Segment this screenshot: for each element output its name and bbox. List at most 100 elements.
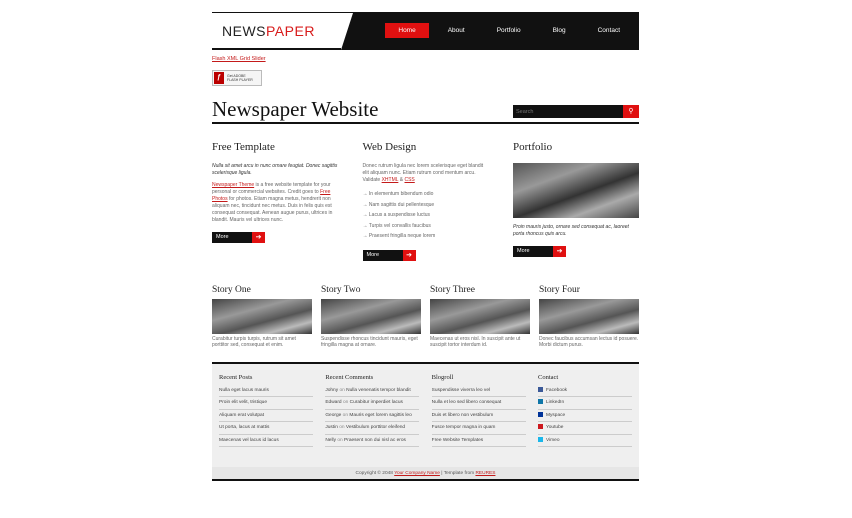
story-image[interactable] — [430, 298, 530, 334]
story-text: Suspendisse rhoncus tincidunt mauris, eg… — [321, 335, 418, 349]
story-image[interactable] — [321, 298, 421, 334]
stories-row: Story One Curabitur turpis turpis, rutru… — [212, 285, 639, 349]
story-three: Story Three Maecenas ut eros nisl. In su… — [430, 285, 530, 349]
nav-portfolio[interactable]: Portfolio — [484, 23, 534, 38]
copyright-middle: | Template from — [439, 470, 476, 476]
contact-youtube[interactable]: Youtube — [537, 422, 632, 435]
comment-item[interactable]: Nelly on Praesent non dui nisl ac eros — [325, 435, 420, 447]
comment-on: on — [342, 400, 349, 405]
facebook-icon — [537, 386, 543, 392]
nav-about[interactable]: About — [435, 23, 478, 38]
portfolio-more-button[interactable]: More ➔ — [513, 246, 566, 257]
comment-item[interactable]: Edward on Curabitur imperdiet lacus — [325, 397, 420, 410]
recent-post-link[interactable]: Maecenas vel lacus id lacus — [219, 435, 313, 447]
contact-heading: Contact — [537, 373, 559, 381]
vimeo-icon — [537, 436, 543, 442]
recent-comments-heading: Recent Comments — [325, 373, 374, 381]
contact: Contact Facebook LinkedIn Myspace Youtub… — [537, 373, 632, 461]
search-button[interactable]: ⚲ — [623, 105, 639, 118]
comment-item[interactable]: George on Mauris eget lorem sagittis leo — [325, 410, 420, 422]
story-title[interactable]: Story Three — [430, 285, 530, 295]
blogroll-link[interactable]: Free Website Templates — [431, 435, 526, 447]
page-title: Newspaper Website — [212, 97, 379, 121]
get-flash-player-badge[interactable]: ƒ Get ADOBE FLASH PLAYER — [212, 70, 262, 86]
comment-item[interactable]: Johny on Nulla venenatis tempor blandit — [325, 385, 420, 397]
story-title[interactable]: Story One — [212, 285, 312, 295]
site-logo[interactable]: NEWS PAPER — [212, 13, 354, 50]
comment-post: Praesent non dui nisl ac eros — [344, 437, 406, 443]
list-item[interactable]: Praesent fringilla neque lorem — [363, 231, 489, 242]
recent-post-link[interactable]: Proin elit velit, tristique — [219, 397, 313, 410]
more-label: More — [513, 246, 553, 257]
blogroll-link[interactable]: Fusce tempor magna in quam — [431, 422, 526, 435]
comment-author: Nelly — [325, 437, 336, 443]
list-item[interactable]: Turpis vel convallis faucibus — [363, 221, 489, 232]
story-one: Story One Curabitur turpis turpis, rutru… — [212, 285, 312, 349]
comment-on: on — [342, 412, 349, 418]
search-icon: ⚲ — [628, 108, 634, 115]
arrow-right-icon: ➔ — [252, 232, 265, 243]
arrow-right-icon: ➔ — [402, 249, 416, 261]
blogroll-heading: Blogroll — [431, 373, 454, 381]
web-design-text-body: Donec rutrum ligula nec lorem scelerisqu… — [362, 163, 484, 183]
list-item[interactable]: Lacus a suspendisse luctus — [363, 210, 489, 221]
nav-blog[interactable]: Blog — [540, 23, 579, 38]
web-design-more-button[interactable]: More ➔ — [362, 249, 416, 261]
comment-post: Vestibulum porttitor eleifend — [345, 425, 406, 430]
newspaper-theme-link[interactable]: Newspaper Theme — [212, 182, 254, 188]
web-design-text: Donec rutrum ligula nec lorem scelerisqu… — [363, 163, 489, 184]
contact-facebook[interactable]: Facebook — [537, 385, 632, 397]
contact-label: Facebook — [545, 387, 568, 393]
search-input[interactable] — [513, 105, 623, 118]
story-two: Story Two Suspendisse rhoncus tincidunt … — [321, 285, 421, 349]
footer: Recent Posts Nulla eget lacus mauris Pro… — [212, 361, 639, 467]
recent-post-link[interactable]: Ut porta, lacus at mattis — [219, 422, 313, 435]
free-template-more-button[interactable]: More ➔ — [212, 232, 265, 243]
portfolio-image[interactable] — [513, 163, 639, 218]
flash-grid-slider-link[interactable]: Flash XML Grid Slider — [212, 56, 639, 62]
story-four: Story Four Donec faucibus accumsan lectu… — [539, 285, 639, 349]
site-header: NEWS PAPER Home About Portfolio Blog Cont… — [212, 12, 639, 50]
contact-label: LinkedIn — [545, 400, 565, 405]
flash-badge-text: Get ADOBE FLASH PLAYER — [224, 74, 253, 82]
contact-myspace[interactable]: Myspace — [537, 410, 632, 422]
comment-post: Mauris eget lorem sagittis leo — [349, 412, 412, 418]
free-template-intro: Nulla sit amet arcu in nunc ornare feugi… — [212, 163, 338, 176]
recent-post-link[interactable]: Nulla eget lacus mauris — [219, 385, 313, 397]
list-item[interactable]: Nam sagittis dui pellentesque — [363, 200, 489, 211]
comment-author: Edward — [325, 400, 342, 405]
free-template-column: Free Template Nulla sit amet arcu in nun… — [212, 141, 338, 261]
title-row: Newspaper Website ⚲ — [212, 98, 639, 124]
nav-home[interactable]: Home — [385, 23, 429, 38]
css-link[interactable]: CSS — [404, 177, 414, 183]
story-text: Maecenas ut eros nisl. In suscipit ante … — [430, 335, 521, 349]
template-source-link[interactable]: REURES — [475, 471, 495, 476]
list-item[interactable]: In elementum bibendum odio — [363, 189, 489, 200]
blogroll-link[interactable]: Nulla et leo sed libero consequat — [431, 397, 526, 410]
portfolio-column: Portfolio Proin mauris justo, ornare sed… — [513, 141, 639, 261]
featured-columns: Free Template Nulla sit amet arcu in nun… — [212, 141, 639, 261]
blogroll-link[interactable]: Suspendisse viverra leo vel — [431, 385, 526, 397]
free-template-text: Newspaper Theme is a free website templa… — [212, 182, 338, 224]
contact-label: Youtube — [545, 425, 564, 430]
contact-label: Myspace — [545, 412, 566, 418]
story-image[interactable] — [212, 298, 312, 334]
story-title[interactable]: Story Two — [321, 285, 421, 295]
story-image[interactable] — [539, 298, 639, 334]
story-title[interactable]: Story Four — [539, 285, 639, 295]
xhtml-link[interactable]: XHTML — [382, 177, 399, 183]
blogroll-link[interactable]: Duis et libero non vestibulum — [431, 410, 526, 422]
nav-contact[interactable]: Contact — [585, 23, 633, 38]
free-template-heading: Free Template — [212, 141, 275, 153]
copyright-prefix: Copyright © 2048 — [355, 470, 395, 476]
logo-text-paper: PAPER — [266, 22, 315, 39]
recent-post-link[interactable]: Aliquam erat volutpat — [219, 410, 313, 422]
contact-vimeo[interactable]: Vimeo — [537, 435, 632, 447]
web-design-column: Web Design Donec rutrum ligula nec lorem… — [362, 141, 489, 261]
company-name-link[interactable]: Your Company Name — [394, 471, 440, 476]
web-design-list: In elementum bibendum odio Nam sagittis … — [363, 189, 489, 242]
contact-label: Vimeo — [545, 437, 560, 443]
contact-linkedin[interactable]: LinkedIn — [537, 397, 632, 410]
comment-item[interactable]: Justin on Vestibulum porttitor eleifend — [325, 422, 420, 435]
comment-post: Nulla venenatis tempor blandit — [346, 387, 411, 393]
